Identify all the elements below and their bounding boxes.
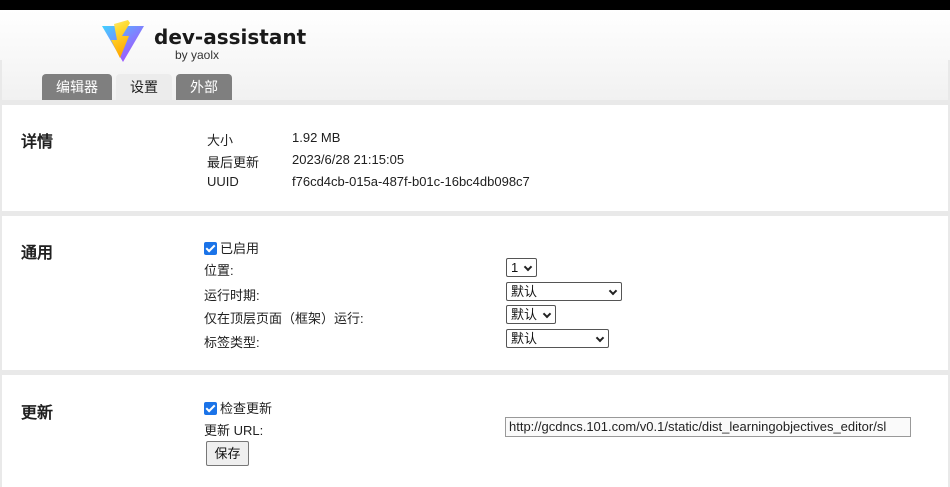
chevron-down-icon xyxy=(523,262,533,272)
enabled-checkbox-row[interactable]: 已启用 xyxy=(204,238,259,257)
topframe-label: 仅在顶层页面（框架）运行: xyxy=(204,311,364,326)
window-top-bar xyxy=(0,0,950,10)
section-divider xyxy=(0,100,950,105)
details-section-title: 详情 xyxy=(21,134,54,151)
runat-label: 运行时期: xyxy=(204,288,260,303)
topframe-select-value: 默认 xyxy=(511,307,538,322)
tagtype-label: 标签类型: xyxy=(204,335,260,350)
general-section-title: 通用 xyxy=(21,245,54,262)
update-url-input[interactable]: http://gcdncs.101.com/v0.1/static/dist_l… xyxy=(505,417,911,437)
uuid-value: f76cd4cb-015a-487f-b01c-16bc4db098c7 xyxy=(292,174,530,189)
topframe-select[interactable]: 默认 xyxy=(506,305,556,324)
section-divider xyxy=(0,370,950,375)
app-title: dev-assistant xyxy=(154,25,307,49)
update-section-title: 更新 xyxy=(21,405,54,422)
section-divider xyxy=(0,211,950,216)
tab-settings[interactable]: 设置 xyxy=(116,74,172,100)
runat-select-value: 默认 xyxy=(511,284,538,299)
vite-lightning-logo-icon xyxy=(102,20,144,62)
position-label: 位置: xyxy=(204,263,234,278)
enabled-checkbox[interactable] xyxy=(204,242,217,255)
tab-bar: 编辑器 设置 外部 xyxy=(42,74,232,100)
chevron-down-icon xyxy=(542,309,552,319)
update-url-label: 更新 URL: xyxy=(204,423,264,438)
tab-editor[interactable]: 编辑器 xyxy=(42,74,112,100)
size-label: 大小 xyxy=(207,133,234,148)
enabled-label: 已启用 xyxy=(220,241,260,256)
check-update-label: 检查更新 xyxy=(220,401,273,416)
runat-select[interactable]: 默认 xyxy=(506,282,622,301)
position-select-value: 1 xyxy=(511,260,519,275)
save-button[interactable]: 保存 xyxy=(206,441,249,466)
check-update-checkbox[interactable] xyxy=(204,402,217,415)
tagtype-select-value: 默认 xyxy=(511,331,538,346)
updated-value: 2023/6/28 21:15:05 xyxy=(292,152,405,167)
left-border xyxy=(0,60,2,487)
size-value: 1.92 MB xyxy=(292,130,341,145)
app-author: by yaolx xyxy=(175,48,220,62)
check-update-checkbox-row[interactable]: 检查更新 xyxy=(204,398,272,417)
chevron-down-icon xyxy=(595,333,605,343)
tagtype-select[interactable]: 默认 xyxy=(506,329,609,348)
chevron-down-icon xyxy=(608,286,618,296)
uuid-label: UUID xyxy=(207,174,239,189)
tab-external[interactable]: 外部 xyxy=(176,74,232,100)
updated-label: 最后更新 xyxy=(207,155,260,170)
position-select[interactable]: 1 xyxy=(506,258,537,277)
